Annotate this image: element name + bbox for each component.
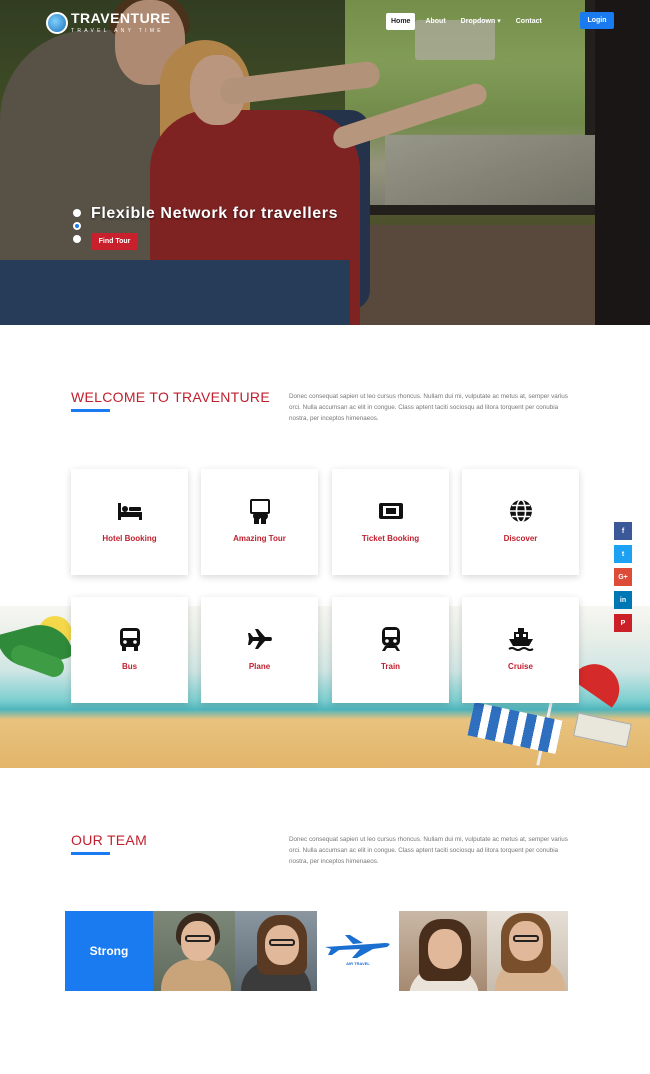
- brand-tagline: TRAVEL ANY TIME: [71, 28, 164, 34]
- welcome-underline: [71, 409, 110, 412]
- team-title: OUR TEAM: [71, 832, 148, 848]
- ticket-icon: [378, 498, 404, 524]
- team-strip: Strong AIR TRAVEL: [65, 911, 586, 991]
- service-card-plane[interactable]: Plane: [201, 597, 318, 703]
- find-tour-button[interactable]: Find Tour: [91, 233, 138, 250]
- globe-icon: [508, 498, 534, 524]
- facebook-icon[interactable]: f: [614, 522, 632, 540]
- bus-icon: [117, 626, 143, 652]
- airline-logo-tile: AIR TRAVEL: [317, 911, 399, 991]
- nav-dropdown[interactable]: Dropdown: [456, 12, 506, 30]
- nav-about[interactable]: About: [420, 13, 450, 30]
- glasses-icon: [513, 935, 539, 942]
- main-nav: Home About Dropdown Contact: [386, 12, 552, 30]
- beach-umbrella-illustration: [570, 654, 630, 708]
- service-card-cruise[interactable]: Cruise: [462, 597, 579, 703]
- service-card-amazing-tour[interactable]: Amazing Tour: [201, 469, 318, 575]
- slider-dot-1[interactable]: [73, 209, 81, 217]
- bed-icon: [117, 498, 143, 524]
- train-icon: [378, 626, 404, 652]
- service-label: Cruise: [508, 662, 533, 671]
- service-card-bus[interactable]: Bus: [71, 597, 188, 703]
- service-label: Bus: [121, 662, 138, 671]
- team-member-photo[interactable]: [153, 911, 235, 991]
- hero-banner: TRAVENTURE TRAVEL ANY TIME Home About Dr…: [0, 0, 650, 325]
- pinterest-icon[interactable]: P: [614, 614, 632, 632]
- team-member-photo[interactable]: [487, 911, 568, 991]
- service-label: Plane: [248, 662, 271, 671]
- twitter-icon[interactable]: t: [614, 545, 632, 563]
- google-plus-icon[interactable]: G+: [614, 568, 632, 586]
- hero-overlay: [0, 0, 650, 325]
- service-card-hotel-booking[interactable]: Hotel Booking: [71, 469, 188, 575]
- ship-icon: [507, 626, 534, 652]
- login-button[interactable]: Login: [580, 12, 614, 29]
- member-body: [161, 959, 231, 991]
- team-underline: [71, 852, 110, 855]
- welcome-title: WELCOME TO TRAVENTURE: [71, 389, 270, 405]
- team-member-photo[interactable]: [235, 911, 317, 991]
- airline-text: AIR TRAVEL: [346, 961, 370, 966]
- social-sidebar: f t G+ in P: [614, 522, 632, 637]
- member-face: [428, 929, 462, 969]
- nav-contact[interactable]: Contact: [511, 13, 547, 30]
- site-logo[interactable]: TRAVENTURE TRAVEL ANY TIME: [46, 11, 171, 34]
- linkedin-icon[interactable]: in: [614, 591, 632, 609]
- airplane-logo-icon: [325, 935, 390, 958]
- slider-dot-2[interactable]: [73, 222, 81, 230]
- team-member-photo[interactable]: [399, 911, 487, 991]
- nav-home[interactable]: Home: [386, 12, 416, 30]
- globe-logo-icon: [46, 11, 68, 34]
- service-label: Ticket Booking: [361, 534, 420, 543]
- team-strong-tile[interactable]: Strong: [65, 911, 153, 991]
- team-text: Donec consequat sapien ut leo cursus rho…: [289, 836, 568, 865]
- hero-title: Flexible Network for travellers: [91, 205, 339, 222]
- service-card-ticket-booking[interactable]: Ticket Booking: [332, 469, 449, 575]
- service-label: Discover: [503, 534, 538, 543]
- brand-name: TRAVENTURE: [71, 10, 171, 26]
- glasses-icon: [269, 939, 295, 946]
- welcome-text: Donec consequat sapien ut leo cursus rho…: [289, 393, 568, 422]
- tour-icon: [247, 498, 273, 524]
- slider-dots: [73, 209, 81, 248]
- service-card-discover[interactable]: Discover: [462, 469, 579, 575]
- service-label: Amazing Tour: [233, 534, 286, 543]
- service-label: Hotel Booking: [102, 534, 157, 543]
- service-card-train[interactable]: Train: [332, 597, 449, 703]
- glasses-icon: [185, 935, 211, 942]
- slider-dot-3[interactable]: [73, 235, 81, 243]
- newspaper-illustration: [573, 712, 632, 748]
- service-label: Train: [380, 662, 401, 671]
- plane-icon: [247, 626, 273, 652]
